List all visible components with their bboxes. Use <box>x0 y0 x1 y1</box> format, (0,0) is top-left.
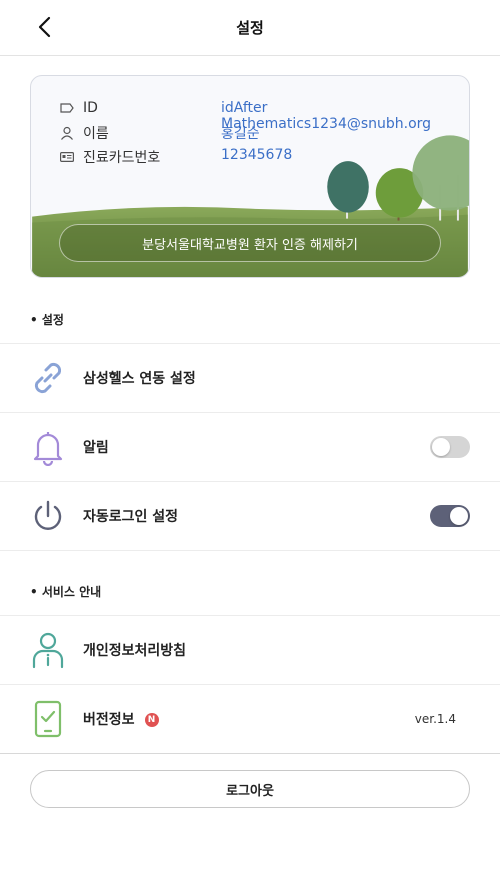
back-button[interactable] <box>30 12 60 42</box>
new-badge: N <box>144 713 159 727</box>
service-section-title: • 서비스 안내 <box>30 585 102 599</box>
toggle-knob <box>450 507 468 525</box>
settings-section-title: • 설정 <box>30 313 64 327</box>
samsung-health-link-row[interactable]: 삼성헬스 연동 설정 <box>0 344 500 412</box>
link-icon <box>28 358 68 398</box>
logout-button[interactable]: 로그아웃 <box>30 770 470 808</box>
id-card-icon <box>59 149 75 165</box>
divider <box>0 550 500 551</box>
profile-card: ID idAfter Mathematics1234@snubh.org 이름 … <box>30 75 470 278</box>
auto-login-label: 자동로그인 설정 <box>83 509 179 525</box>
version-number: ver.1.4 <box>414 712 456 726</box>
notification-toggle[interactable] <box>430 436 470 458</box>
version-info-row[interactable]: 버전정보 N ver.1.4 <box>0 685 500 753</box>
phone-check-icon <box>28 699 68 739</box>
chevron-left-icon <box>38 16 51 38</box>
auto-login-row: 자동로그인 설정 <box>0 482 500 550</box>
power-icon <box>28 496 68 536</box>
samsung-health-label: 삼성헬스 연동 설정 <box>83 371 196 387</box>
notification-row: 알림 <box>0 413 500 481</box>
tag-icon <box>59 100 75 116</box>
page-title: 설정 <box>236 19 264 37</box>
person-icon <box>59 125 75 141</box>
auto-login-toggle[interactable] <box>430 505 470 527</box>
person-info-icon <box>28 630 68 670</box>
toggle-knob <box>432 438 450 456</box>
version-info-label: 버전정보 <box>83 712 135 728</box>
card-number-value: 12345678 <box>221 147 293 163</box>
card-number-label: 진료카드번호 <box>83 150 161 166</box>
name-value: 홍길순 <box>221 126 260 142</box>
release-certification-button[interactable]: 분당서울대학교병원 환자 인증 해제하기 <box>59 224 441 262</box>
id-label: ID <box>83 100 98 116</box>
privacy-policy-label: 개인정보처리방침 <box>83 643 187 659</box>
privacy-policy-row[interactable]: 개인정보처리방침 <box>0 616 500 684</box>
logout-area: 로그아웃 <box>0 753 500 880</box>
name-row: 이름 <box>59 123 109 143</box>
id-row: ID <box>59 100 98 116</box>
name-label: 이름 <box>83 126 109 142</box>
version-info-label-wrap: 버전정보 N <box>83 709 159 729</box>
card-number-row: 진료카드번호 <box>59 147 160 167</box>
header-bar: 설정 <box>0 0 500 56</box>
bell-icon <box>28 427 68 467</box>
notification-label: 알림 <box>83 440 109 456</box>
